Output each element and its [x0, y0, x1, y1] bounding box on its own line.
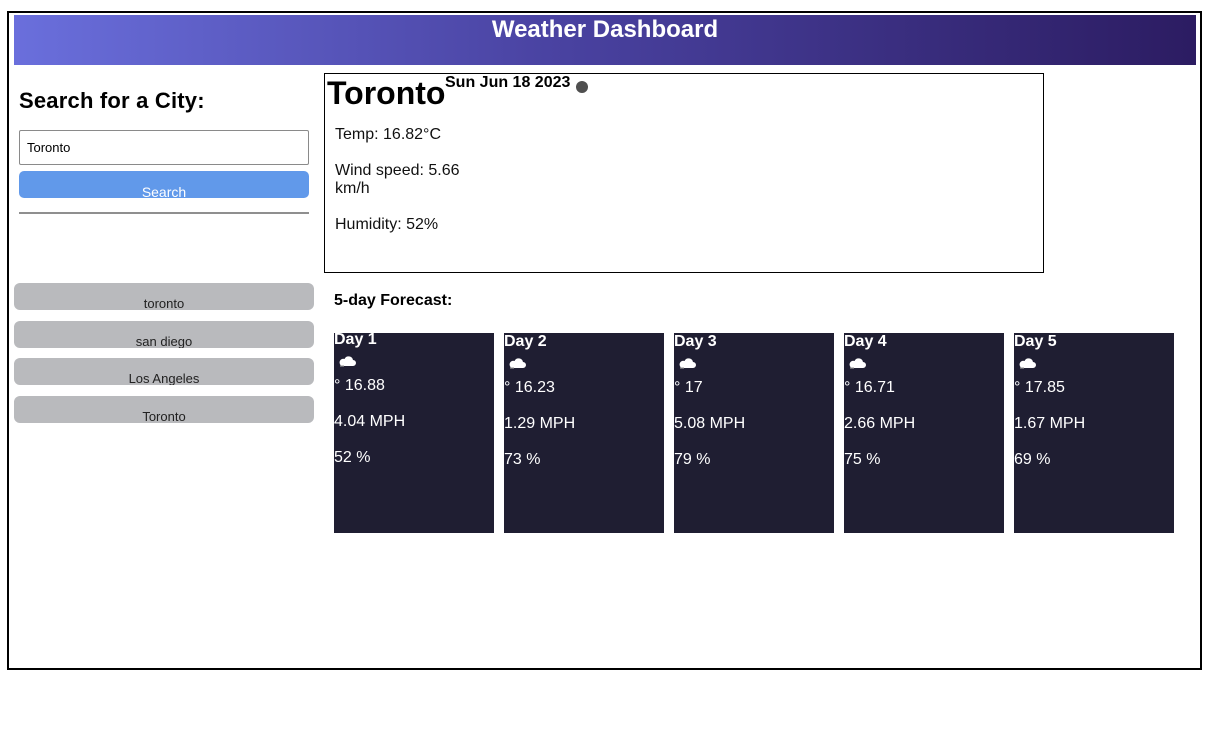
forecast-wind: 1.67 MPH: [1014, 415, 1086, 432]
page-title: Weather Dashboard: [491, 16, 719, 43]
cloud-icon: [339, 356, 356, 367]
city-search-input[interactable]: [19, 130, 309, 165]
cloud-icon: [679, 358, 696, 369]
forecast-humidity: 79 %: [674, 451, 711, 468]
history-button-toronto-2[interactable]: Toronto: [14, 396, 314, 423]
history-button-san-diego[interactable]: san diego: [14, 321, 314, 348]
current-city-name: Toronto: [327, 75, 446, 111]
forecast-day-title: Day 3: [674, 333, 717, 350]
forecast-wind: 2.66 MPH: [844, 415, 916, 432]
search-button[interactable]: Search: [19, 171, 309, 198]
forecast-day-title: Day 2: [504, 333, 547, 350]
forecast-temperature: ° 16.23: [504, 379, 555, 396]
history-button-los-angeles[interactable]: Los Angeles: [14, 358, 314, 385]
forecast-humidity: 73 %: [504, 451, 541, 468]
forecast-card-day-5: Day 5 ° 17.85 1.67 MPH 69 %: [1014, 333, 1174, 533]
forecast-card-day-3: Day 3 ° 17 5.08 MPH 79 %: [674, 333, 834, 533]
sidebar-divider: [19, 212, 309, 214]
forecast-temperature: ° 17: [674, 379, 703, 396]
forecast-card-day-1: Day 1 ° 16.88 4.04 MPH 52 %: [334, 331, 494, 533]
forecast-wind: 1.29 MPH: [504, 415, 576, 432]
forecast-heading: 5-day Forecast:: [334, 292, 453, 309]
history-button-toronto[interactable]: toronto: [14, 283, 314, 310]
cloud-icon: [849, 358, 866, 369]
forecast-humidity: 52 %: [334, 449, 371, 466]
current-weather-card: Toronto Sun Jun 18 2023 Temp: 16.82°C Wi…: [324, 73, 1044, 273]
weather-dot-icon: [576, 81, 588, 93]
page-header: Weather Dashboard: [14, 15, 1196, 65]
forecast-temperature: ° 16.71: [844, 379, 895, 396]
current-date: Sun Jun 18 2023: [445, 74, 571, 91]
current-wind-speed: Wind speed: 5.66 km/h: [335, 162, 460, 197]
cloud-icon: [509, 358, 526, 369]
forecast-wind: 5.08 MPH: [674, 415, 746, 432]
forecast-humidity: 75 %: [844, 451, 881, 468]
forecast-day-title: Day 5: [1014, 333, 1057, 350]
forecast-day-title: Day 1: [334, 331, 377, 348]
current-humidity: Humidity: 52%: [335, 216, 439, 233]
forecast-card-day-4: Day 4 ° 16.71 2.66 MPH 75 %: [844, 333, 1004, 533]
forecast-day-title: Day 4: [844, 333, 887, 350]
forecast-temperature: ° 16.88: [334, 377, 385, 394]
forecast-temperature: ° 17.85: [1014, 379, 1065, 396]
current-temperature: Temp: 16.82°C: [335, 126, 442, 143]
forecast-wind: 4.04 MPH: [334, 413, 406, 430]
cloud-icon: [1019, 358, 1036, 369]
forecast-humidity: 69 %: [1014, 451, 1051, 468]
search-heading: Search for a City:: [19, 88, 205, 113]
forecast-card-day-2: Day 2 ° 16.23 1.29 MPH 73 %: [504, 333, 664, 533]
